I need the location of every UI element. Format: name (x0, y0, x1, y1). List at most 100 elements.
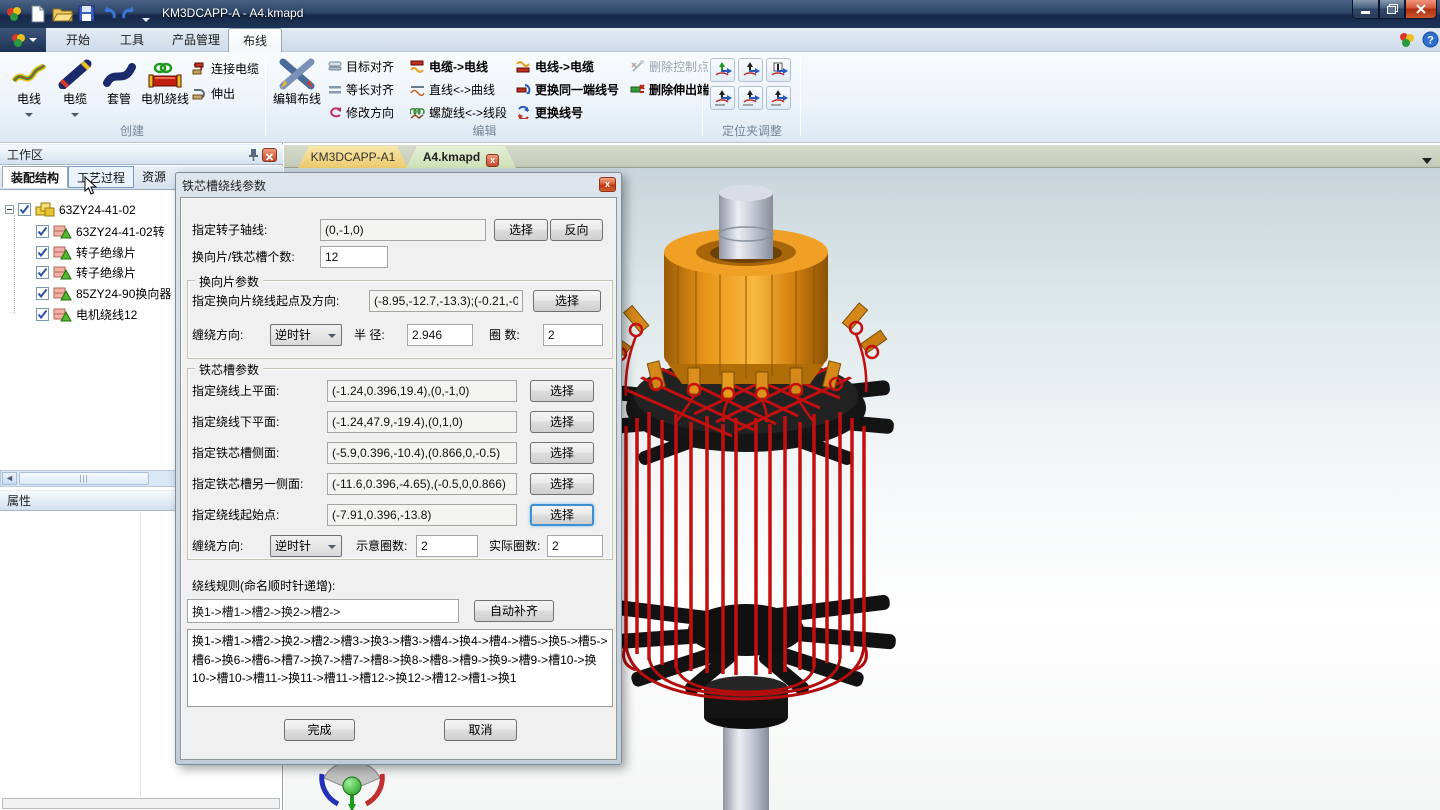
line-curve-icon (410, 83, 425, 96)
cable-dropdown-caret-icon[interactable] (71, 113, 79, 117)
schematic-turns-field[interactable] (416, 535, 478, 557)
qat-dropdown-icon[interactable] (142, 11, 150, 25)
commutator-turns-field[interactable] (543, 324, 603, 346)
tree-root-item[interactable]: 63ZY24-41-02 (5, 202, 136, 217)
edit-routing-button[interactable]: 编辑布线 (272, 56, 322, 106)
delete-extend-end-button[interactable]: 删除伸出端 (630, 79, 709, 99)
redo-icon[interactable] (121, 5, 139, 24)
side-face-field[interactable] (327, 442, 517, 464)
workspace-panel-header: 工作区 (0, 144, 283, 165)
wire-to-cable-button[interactable]: 电线->电缆 (516, 56, 594, 76)
minimize-button[interactable] (1352, 0, 1379, 19)
upper-plane-field[interactable] (327, 380, 517, 402)
commutator-wind-dir-dropdown[interactable]: 逆时针 (270, 324, 342, 346)
undo-icon[interactable] (100, 5, 118, 24)
change-same-end-no-icon (516, 83, 531, 96)
scroll-left-arrow-icon[interactable]: ◄ (2, 472, 17, 485)
segment-count-field[interactable] (320, 246, 388, 268)
tree-item[interactable]: 63ZY24-41-02转 (36, 223, 165, 240)
ribbon-tab-product[interactable]: 产品管理 (158, 28, 234, 52)
ribbon-tab-routing[interactable]: 布线 (228, 28, 282, 52)
checkbox-checked-icon[interactable] (36, 287, 49, 300)
commutator-start-dir-field[interactable] (369, 290, 523, 312)
target-align-button[interactable]: 目标对齐 (328, 56, 394, 76)
create-motor-winding-button[interactable]: 电机绕线 (138, 56, 192, 106)
clamp-adjust-button-4[interactable] (710, 86, 735, 110)
tab-process[interactable]: 工艺过程 (68, 166, 134, 188)
start-point-select-button[interactable]: 选择 (530, 504, 594, 526)
start-point-field[interactable] (327, 504, 517, 526)
rotor-axis-field[interactable] (320, 219, 486, 241)
line-curve-button[interactable]: 直线<->曲线 (410, 79, 495, 99)
save-icon[interactable] (78, 5, 95, 25)
tree-item[interactable]: 转子绝缘片 (36, 264, 136, 281)
core-wind-dir-dropdown[interactable]: 逆时针 (270, 535, 342, 557)
part-icon (53, 266, 72, 280)
help-icon[interactable]: ? (1422, 31, 1439, 51)
clamp-adjust-button-6[interactable] (766, 86, 791, 110)
tab-close-icon[interactable]: x (486, 154, 499, 167)
change-wire-no-button[interactable]: 更换线号 (516, 102, 583, 122)
collapse-icon[interactable] (5, 205, 14, 214)
rotor-axis-reverse-button[interactable]: 反向 (550, 219, 603, 241)
tab-resources[interactable]: 资源 (134, 166, 174, 188)
side-face-select-button[interactable]: 选择 (530, 442, 594, 464)
upper-plane-select-button[interactable]: 选择 (530, 380, 594, 402)
clamp-adjust-button-5[interactable] (738, 86, 763, 110)
tab-list-dropdown-icon[interactable] (1422, 153, 1432, 167)
checkbox-checked-icon[interactable] (36, 225, 49, 238)
motor-winding-icon (138, 56, 192, 92)
equal-length-align-button[interactable]: 等长对齐 (328, 79, 394, 99)
winding-parameters-dialog: 铁芯槽绕线参数 x 指定转子轴线: 选择 反向 换向片/铁芯槽个数: 换向片参数… (175, 172, 622, 765)
tree-item[interactable]: 转子绝缘片 (36, 244, 136, 261)
maximize-button[interactable] (1379, 0, 1405, 19)
scroll-thumb[interactable]: ||| (19, 472, 149, 485)
panel-close-icon[interactable] (262, 148, 277, 162)
commutator-start-dir-select-button[interactable]: 选择 (533, 290, 601, 312)
winding-sequence-textarea[interactable]: 换1->槽1->槽2->换2->槽2->槽3->换3->槽3->槽4->换4->… (187, 629, 613, 707)
create-sleeve-button[interactable]: 套管 (96, 56, 142, 106)
modify-direction-button[interactable]: 修改方向 (328, 102, 394, 122)
dialog-close-button[interactable]: x (599, 177, 616, 192)
tree-item[interactable]: 电机绕线12 (36, 306, 137, 323)
rotor-axis-select-button[interactable]: 选择 (494, 219, 548, 241)
document-tab-a4-kmapd[interactable]: A4.kmapdx (406, 146, 516, 168)
actual-turns-field[interactable] (547, 535, 603, 557)
close-button[interactable] (1405, 0, 1437, 19)
winding-rule-input[interactable] (187, 599, 459, 623)
other-side-face-select-button[interactable]: 选择 (530, 473, 594, 495)
create-wire-button[interactable]: 电线 (6, 56, 52, 120)
create-cable-button[interactable]: 电缆 (52, 56, 98, 120)
clamp-adjust-button-1[interactable] (710, 58, 735, 82)
ribbon-tab-start[interactable]: 开始 (52, 28, 104, 52)
tab-assembly-structure[interactable]: 装配结构 (2, 166, 68, 188)
app-menu-button[interactable] (0, 28, 46, 52)
cancel-button[interactable]: 取消 (444, 719, 517, 741)
document-tab-km3dcapp-a1[interactable]: KM3DCAPP-A1 (298, 146, 408, 168)
open-folder-icon[interactable] (52, 5, 74, 26)
checkbox-checked-icon[interactable] (36, 266, 49, 279)
lower-plane-select-button[interactable]: 选择 (530, 411, 594, 433)
other-side-face-label: 指定铁芯槽另一侧面: (192, 473, 303, 495)
lower-plane-field[interactable] (327, 411, 517, 433)
wire-dropdown-caret-icon[interactable] (25, 113, 33, 117)
core-wind-dir-label: 缠绕方向: (192, 535, 243, 557)
checkbox-checked-icon[interactable] (36, 246, 49, 259)
auto-complete-button[interactable]: 自动补齐 (474, 600, 554, 622)
extend-button[interactable]: 伸出 (192, 83, 235, 103)
connect-cable-button[interactable]: 连接电缆 (192, 58, 259, 78)
ribbon-tab-tools[interactable]: 工具 (106, 28, 158, 52)
checkbox-checked-icon[interactable] (18, 203, 31, 216)
clamp-adjust-button-2[interactable] (738, 58, 763, 82)
commutator-radius-field[interactable] (407, 324, 473, 346)
helix-segment-button[interactable]: 螺旋线<->线段 (410, 102, 507, 122)
finish-button[interactable]: 完成 (284, 719, 355, 741)
change-same-end-no-button[interactable]: 更换同一端线号 (516, 79, 619, 99)
delete-control-point-button[interactable]: 删除控制点 (630, 56, 709, 76)
tree-item[interactable]: 85ZY24-90换向器 (36, 285, 171, 302)
other-side-face-field[interactable] (327, 473, 517, 495)
clamp-adjust-button-3[interactable] (766, 58, 791, 82)
checkbox-checked-icon[interactable] (36, 308, 49, 321)
new-document-icon[interactable] (30, 5, 46, 26)
cable-to-wire-button[interactable]: 电缆->电线 (410, 56, 488, 76)
